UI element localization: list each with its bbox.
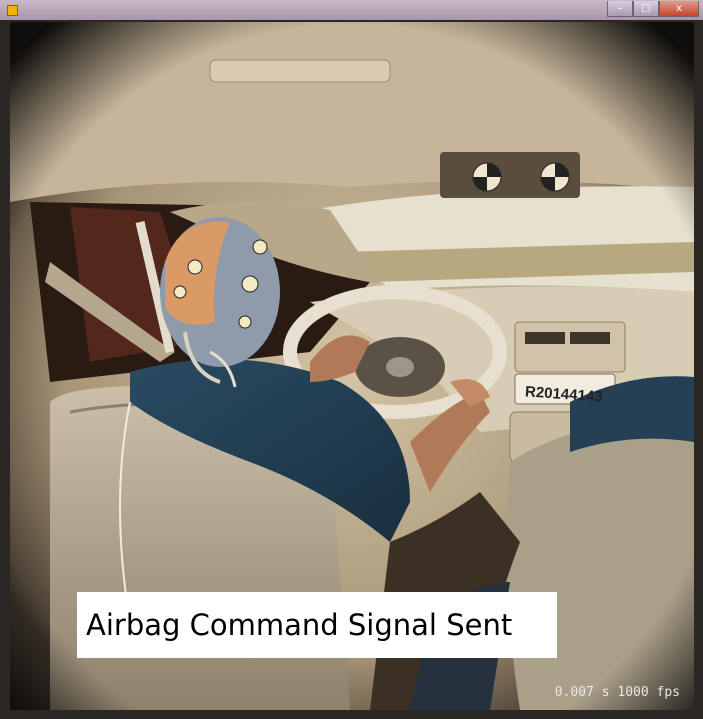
window-controls: – □ x [607, 1, 699, 17]
minimize-icon: – [617, 3, 623, 14]
caption-box: Airbag Command Signal Sent [77, 592, 557, 658]
maximize-icon: □ [641, 3, 651, 14]
maximize-button[interactable]: □ [633, 1, 659, 17]
frame-timestamp: 0.007 s 1000 fps [554, 685, 680, 700]
caption-text: Airbag Command Signal Sent [86, 608, 513, 642]
close-icon: x [676, 3, 682, 14]
video-frame: R20144143 Airbag Command Signal Sent 0.0… [10, 22, 694, 710]
app-icon[interactable] [7, 5, 18, 16]
window-titlebar: – □ x [0, 0, 703, 20]
minimize-button[interactable]: – [607, 1, 633, 17]
close-button[interactable]: x [659, 1, 699, 17]
